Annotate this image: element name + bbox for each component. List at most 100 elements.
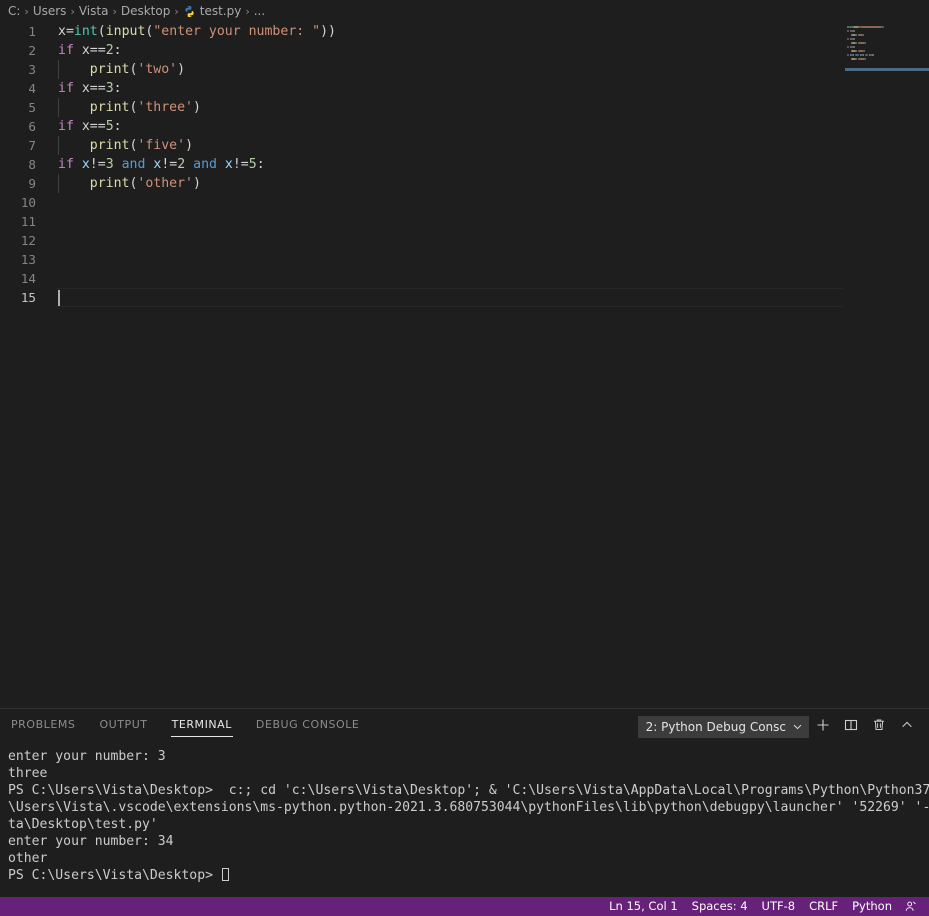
breadcrumb-label: Vista — [78, 4, 109, 18]
minimap-line — [847, 46, 850, 48]
editor-eol[interactable]: CRLF — [802, 897, 845, 916]
line-number: 8 — [28, 157, 36, 172]
code-text: if x==5: — [58, 119, 122, 134]
chevron-down-icon — [786, 721, 803, 732]
breadcrumb-separator: › — [174, 4, 179, 18]
code-line[interactable]: 10 — [0, 193, 929, 212]
minimap-line — [847, 54, 850, 56]
plus-icon — [815, 717, 831, 737]
breadcrumb-label: test.py — [199, 4, 242, 18]
code-line[interactable]: 3 print('two') — [0, 60, 929, 79]
breadcrumb-item-drive[interactable]: C: — [8, 4, 20, 18]
terminal-cursor — [221, 868, 229, 881]
trash-icon — [871, 717, 887, 737]
minimap-line — [853, 26, 859, 28]
minimap-line — [864, 42, 866, 44]
status-bar: Ln 15, Col 1 Spaces: 4 UTF-8 CRLF Python — [0, 897, 929, 916]
terminal-line: ta\Desktop\test.py' — [8, 817, 158, 832]
line-number: 1 — [28, 24, 36, 39]
terminal-line: three — [8, 766, 48, 781]
code-text: if x==2: — [58, 43, 122, 58]
code-line[interactable]: 7 print('five') — [0, 136, 929, 155]
minimap-line — [857, 34, 863, 36]
minimap-line — [862, 34, 864, 36]
code-line[interactable]: 8 if x!=3 and x!=2 and x!=5: — [0, 155, 929, 174]
code-editor[interactable]: 1 x=int(input("enter your number: ")) 2 if … — [0, 22, 929, 708]
terminal-prompt-line[interactable]: PS C:\Users\Vista\Desktop> — [8, 867, 929, 884]
code-text: print('five') — [89, 138, 194, 153]
code-text: if x!=3 and x!=2 and x!=5: — [58, 157, 265, 172]
line-number: 14 — [20, 271, 36, 286]
python-file-icon — [185, 5, 194, 17]
text-cursor — [58, 290, 60, 306]
minimap-line — [857, 42, 865, 44]
code-line[interactable]: 6 if x==5: — [0, 117, 929, 136]
kill-terminal-button[interactable] — [865, 714, 893, 740]
bottom-panel: PROBLEMS OUTPUT TERMINAL DEBUG CONSOLE 2… — [0, 708, 929, 897]
new-terminal-button[interactable] — [809, 714, 837, 740]
minimap-line — [864, 54, 868, 56]
code-line[interactable]: 14 — [0, 269, 929, 288]
panel-header: PROBLEMS OUTPUT TERMINAL DEBUG CONSOLE 2… — [0, 709, 929, 744]
editor-indentation[interactable]: Spaces: 4 — [685, 897, 755, 916]
minimap-line — [854, 30, 856, 32]
minimap-line — [859, 26, 882, 28]
line-number: 12 — [20, 233, 36, 248]
minimap-slider[interactable] — [845, 68, 929, 71]
code-line[interactable]: 15 — [0, 288, 929, 307]
close-panel-button[interactable] — [893, 714, 921, 740]
tab-output[interactable]: OUTPUT — [98, 716, 148, 737]
breadcrumb-item-users[interactable]: Users — [33, 4, 67, 18]
terminal-selector-label: 2: Python Debug Consc — [645, 719, 786, 734]
code-text: x=int(input("enter your number: ")) — [58, 24, 336, 39]
editor-encoding[interactable]: UTF-8 — [755, 897, 803, 916]
line-number: 4 — [28, 81, 36, 96]
minimap[interactable] — [843, 22, 929, 708]
code-line[interactable]: 13 — [0, 250, 929, 269]
code-text: print('three') — [89, 100, 201, 115]
code-line[interactable]: 11 — [0, 212, 929, 231]
breadcrumb-item-file[interactable]: test.py — [183, 4, 242, 18]
split-icon — [843, 717, 859, 737]
code-line[interactable]: 2 if x==2: — [0, 41, 929, 60]
minimap-line — [863, 50, 865, 52]
line-number: 6 — [28, 119, 36, 134]
code-line[interactable]: 12 — [0, 231, 929, 250]
line-number: 7 — [28, 138, 36, 153]
breadcrumb-item-symbols[interactable]: ... — [254, 4, 265, 18]
panel-actions: 2: Python Debug Consc — [637, 714, 929, 740]
editor-area[interactable]: 1 x=int(input("enter your number: ")) 2 if … — [0, 22, 929, 708]
editor-language[interactable]: Python — [845, 897, 899, 916]
tab-problems[interactable]: PROBLEMS — [10, 716, 76, 737]
code-line[interactable]: 5 print('three') — [0, 98, 929, 117]
breadcrumb-label: Desktop — [120, 4, 171, 18]
minimap-line — [881, 26, 884, 28]
breadcrumb-item-desktop[interactable]: Desktop — [121, 4, 171, 18]
line-number: 11 — [20, 214, 36, 229]
minimap-line — [855, 54, 859, 56]
breadcrumb: C: › Users › Vista › Desktop › test.py ›… — [0, 0, 929, 22]
chevron-up-icon — [900, 717, 914, 736]
line-number: 13 — [20, 252, 36, 267]
breadcrumb-separator: › — [245, 4, 250, 18]
account-feedback-icon[interactable] — [899, 900, 923, 913]
code-line[interactable]: 4 if x==3: — [0, 79, 929, 98]
code-line[interactable]: 9 print('other') — [0, 174, 929, 193]
minimap-line — [857, 50, 864, 52]
code-text: if x==3: — [58, 81, 122, 96]
code-line[interactable]: 1 x=int(input("enter your number: ")) — [0, 22, 929, 41]
tab-terminal[interactable]: TERMINAL — [170, 716, 234, 737]
terminal-line: enter your number: 34 — [8, 834, 174, 849]
terminal-selector-dropdown[interactable]: 2: Python Debug Consc — [637, 715, 809, 738]
tab-debug-console[interactable]: DEBUG CONSOLE — [255, 716, 360, 737]
terminal-output[interactable]: enter your number: 3 three PS C:\Users\Vis… — [0, 744, 929, 897]
editor-position[interactable]: Ln 15, Col 1 — [602, 897, 685, 916]
minimap-line — [854, 46, 856, 48]
minimap-line — [854, 38, 856, 40]
terminal-line: enter your number: 3 — [8, 749, 166, 764]
split-terminal-button[interactable] — [837, 714, 865, 740]
breadcrumb-label: ... — [253, 4, 266, 18]
breadcrumb-item-vista[interactable]: Vista — [79, 4, 109, 18]
line-number: 9 — [28, 176, 36, 191]
line-number: 15 — [20, 290, 36, 305]
